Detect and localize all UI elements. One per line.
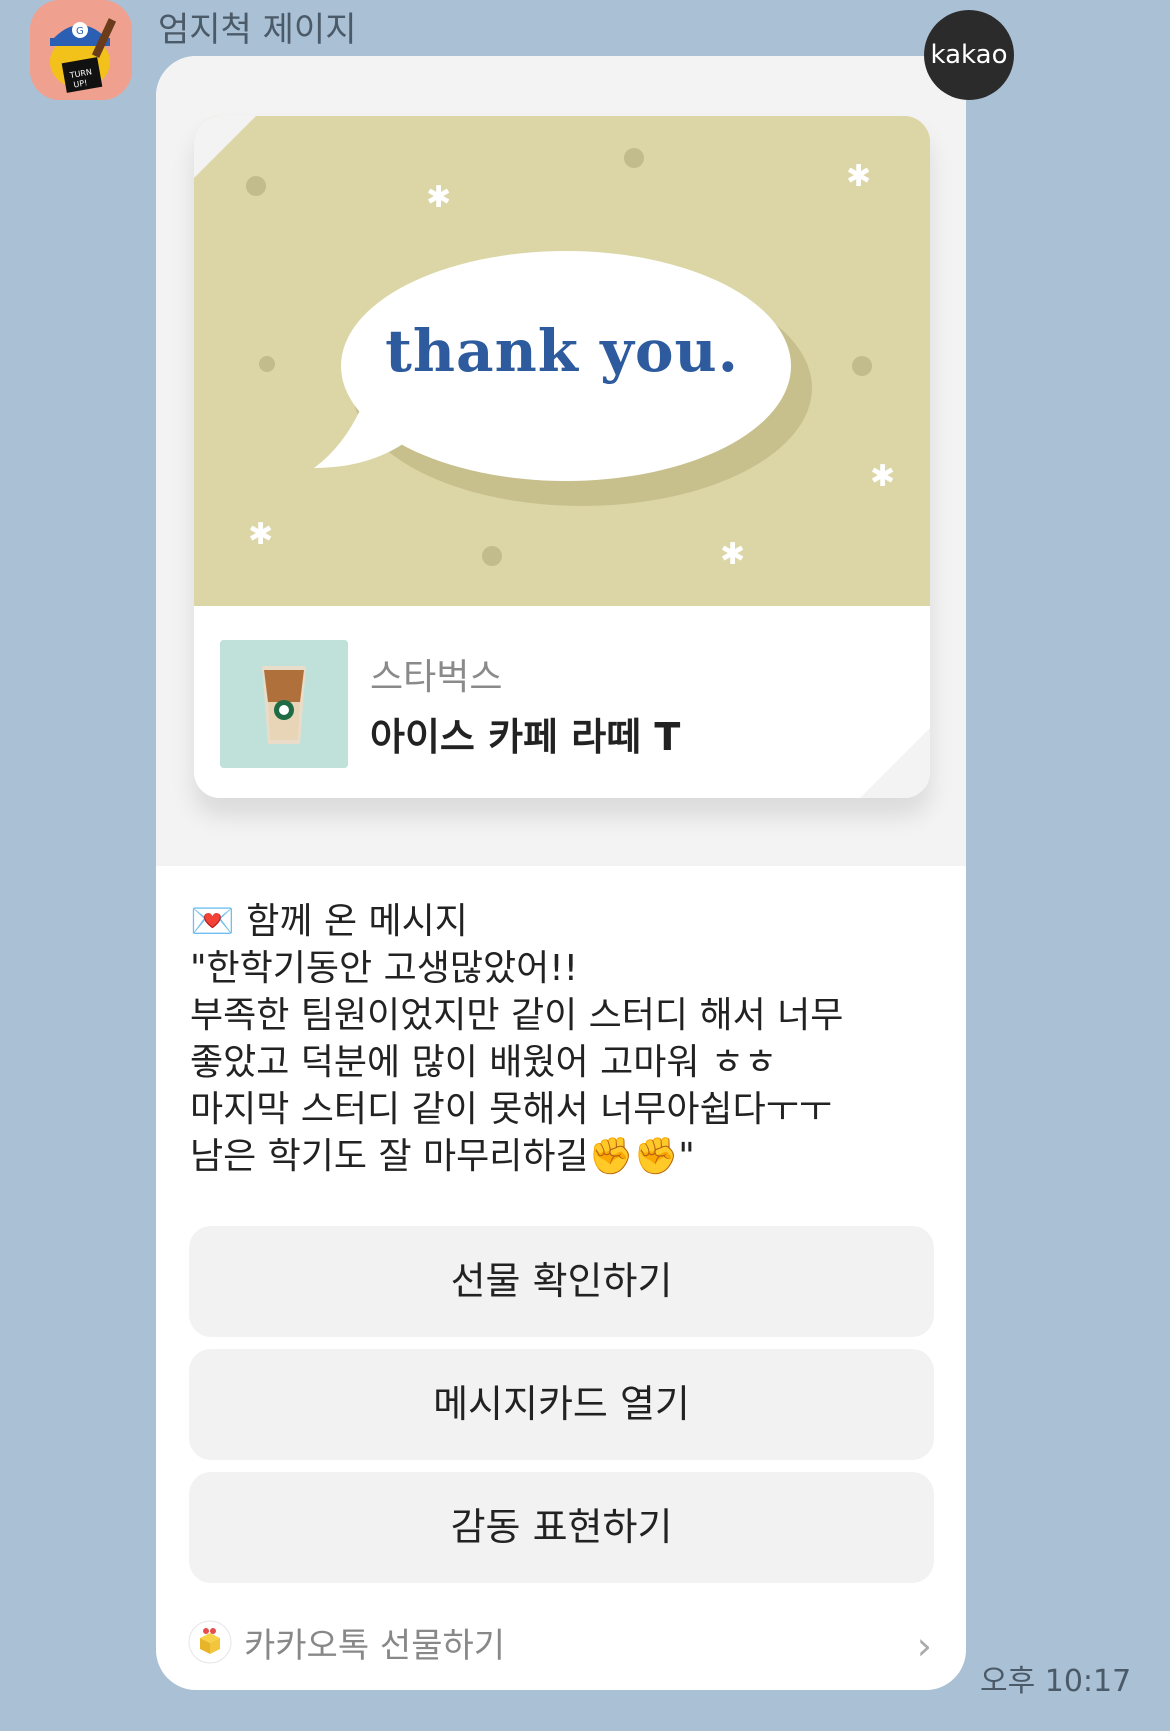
character-sticker-icon: G TURN UP! — [30, 0, 132, 100]
express-thanks-button[interactable]: 감동 표현하기 — [189, 1472, 934, 1583]
product-name: 아이스 카페 라떼 T — [370, 715, 681, 759]
product-thumbnail — [220, 640, 348, 768]
svg-text:G: G — [76, 26, 84, 37]
product-row[interactable]: 스타벅스 아이스 카페 라떼 T — [194, 606, 930, 798]
message-header: 💌 함께 온 메시지 — [190, 901, 468, 942]
gift-service-label: 카카오톡 선물하기 — [244, 1626, 506, 1666]
message-line: "한학기동안 고생많았어!! — [190, 948, 579, 989]
message-line: 마지막 스터디 같이 못해서 너무아쉽다ㅜㅜ — [190, 1089, 832, 1130]
open-message-card-button[interactable]: 메시지카드 열기 — [189, 1349, 934, 1460]
gift-box-icon — [188, 1620, 232, 1664]
kakao-badge: kakao — [924, 10, 1014, 100]
chevron-right-icon: › — [916, 1624, 932, 1668]
message-timestamp: 오후 10:17 — [980, 1664, 1132, 1699]
sender-avatar[interactable]: G TURN UP! — [30, 0, 132, 100]
gift-card-area: ✱ ✱ ✱ ✱ ✱ thank you. 스타벅스 아이스 카페 라떼 T — [156, 56, 966, 866]
confirm-gift-button[interactable]: 선물 확인하기 — [189, 1226, 934, 1337]
gift-message-bubble: ✱ ✱ ✱ ✱ ✱ thank you. 스타벅스 아이스 카페 라떼 T 💌 … — [156, 56, 966, 1690]
card-fold-corner-bottom — [860, 728, 930, 798]
message-line: 좋았고 덕분에 많이 배웠어 고마워 ㅎㅎ — [190, 1042, 778, 1083]
gift-card[interactable]: ✱ ✱ ✱ ✱ ✱ thank you. 스타벅스 아이스 카페 라떼 T — [194, 116, 930, 798]
thank-you-headline: thank you. — [385, 317, 739, 385]
iced-latte-icon — [220, 640, 348, 768]
sender-name: 엄지척 제이지 — [158, 10, 357, 50]
message-line: 부족한 팀원이었지만 같이 스터디 해서 너무 — [190, 995, 844, 1036]
product-brand: 스타벅스 — [370, 657, 503, 698]
thank-you-artwork: ✱ ✱ ✱ ✱ ✱ thank you. — [194, 116, 930, 606]
message-line: 남은 학기도 잘 마무리하길✊✊" — [190, 1136, 695, 1177]
gift-message: 💌 함께 온 메시지 "한학기동안 고생많았어!! 부족한 팀원이었지만 같이 … — [190, 898, 950, 1180]
kakaotalk-gift-link[interactable]: 카카오톡 선물하기 › — [156, 1612, 966, 1672]
